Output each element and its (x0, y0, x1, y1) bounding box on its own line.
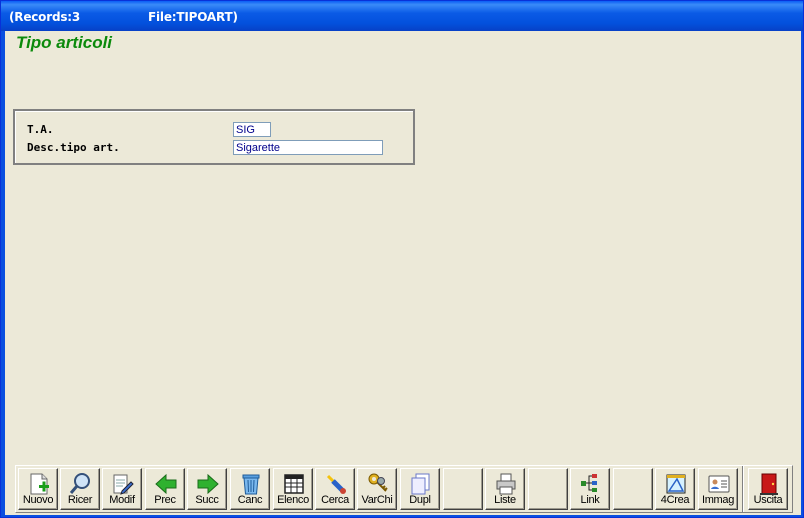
toolbar-separator (742, 466, 744, 512)
empty-button-3[interactable] (613, 468, 653, 510)
immag-label: Immag (701, 494, 735, 506)
new-document-icon (30, 473, 49, 495)
modif-button[interactable]: Modif (102, 468, 142, 510)
liste-button[interactable]: Liste (485, 468, 525, 510)
magnifier-icon (69, 473, 90, 494)
application-window: (Records:3 File:TIPOART) Tipo articoli T… (0, 0, 804, 518)
link-button[interactable]: Link (570, 468, 610, 510)
canc-button[interactable]: Canc (230, 468, 270, 510)
ta-label: T.A. (27, 123, 54, 136)
table-list-icon (284, 474, 304, 494)
prec-button[interactable]: Prec (145, 468, 185, 510)
arrow-left-icon (155, 473, 177, 495)
design-icon (666, 474, 686, 494)
id-card-icon (708, 475, 730, 493)
bottom-toolbar: Nuovo Ricer Modif Prec Succ Canc Elenco … (15, 465, 793, 513)
varchi-button[interactable]: VarChi (357, 468, 397, 510)
canc-label: Canc (237, 494, 263, 506)
elenco-label: Elenco (277, 494, 309, 506)
nuovo-label: Nuovo (22, 494, 54, 506)
desc-label: Desc.tipo art. (27, 141, 120, 154)
ricer-button[interactable]: Ricer (60, 468, 100, 510)
cerca-label: Cerca (321, 494, 349, 506)
immag-button[interactable]: Immag (698, 468, 738, 510)
prec-label: Prec (154, 494, 176, 506)
link-label: Link (580, 494, 600, 506)
file-name: File:TIPOART) (148, 10, 238, 24)
title-bar[interactable]: (Records:3 File:TIPOART) (1, 1, 803, 31)
printer-icon (496, 473, 516, 495)
elenco-button[interactable]: Elenco (273, 468, 313, 510)
dupl-label: Dupl (409, 494, 431, 506)
cerca-button[interactable]: Cerca (315, 468, 355, 510)
page-title: Tipo articoli (16, 33, 113, 52)
keys-icon (368, 473, 388, 492)
modif-label: Modif (109, 494, 135, 506)
tree-link-icon (581, 474, 597, 492)
empty-button-1[interactable] (443, 468, 483, 510)
client-area: Tipo articoli T.A. SIG Desc.tipo art. Si… (5, 31, 801, 515)
varchi-label: VarChi (361, 494, 393, 506)
uscita-button[interactable]: Uscita (748, 468, 788, 510)
desc-field[interactable]: Sigarette (233, 140, 383, 155)
uscita-label: Uscita (753, 494, 783, 506)
ricer-label: Ricer (67, 494, 93, 506)
ta-field[interactable]: SIG (233, 122, 271, 137)
crea4-label: 4Crea (660, 494, 690, 506)
nuovo-button[interactable]: Nuovo (18, 468, 58, 510)
empty-button-2[interactable] (528, 468, 568, 510)
records-count: (Records:3 (9, 10, 81, 24)
liste-label: Liste (494, 494, 516, 506)
crea4-button[interactable]: 4Crea (655, 468, 695, 510)
edit-document-icon (113, 474, 134, 495)
succ-button[interactable]: Succ (187, 468, 227, 510)
duplicate-icon (411, 473, 430, 495)
form-group: T.A. SIG Desc.tipo art. Sigarette (13, 109, 415, 165)
exit-door-icon (760, 473, 778, 495)
succ-label: Succ (195, 494, 219, 506)
dupl-button[interactable]: Dupl (400, 468, 440, 510)
flashlight-icon (326, 474, 346, 494)
arrow-right-icon (197, 473, 219, 495)
trash-icon (242, 474, 260, 495)
